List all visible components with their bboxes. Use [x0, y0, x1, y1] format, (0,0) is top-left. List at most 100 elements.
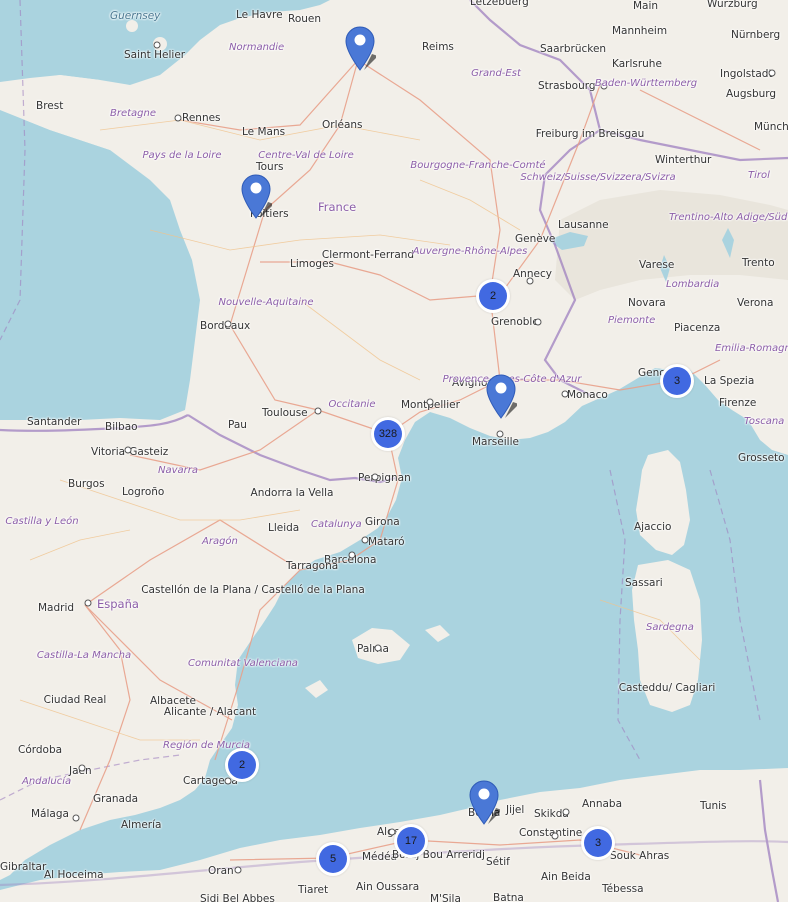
city-dot	[768, 69, 776, 77]
city-label: Saarbrücken	[540, 43, 607, 55]
city-label: Castellón de la Plana / Castelló de la P…	[141, 584, 365, 596]
city-label: Genève	[515, 233, 556, 245]
city-label: Ajaccio	[634, 521, 672, 533]
city-label: Tébessa	[602, 883, 644, 895]
city-label: Mannheim	[612, 25, 668, 37]
region-label: Andalucía	[22, 776, 72, 787]
map-view[interactable]: France España Guernsey Saint Helier Le Havre…	[0, 0, 788, 902]
city-label: Orléans	[322, 119, 363, 131]
cluster-count: 3	[663, 367, 691, 395]
city-dot	[348, 551, 356, 559]
city-label: Piacenza	[674, 322, 721, 334]
region-label: Nouvelle-Aquitaine	[218, 297, 314, 308]
city-label: Granada	[93, 793, 139, 805]
city-label: Santander	[27, 416, 82, 428]
city-label: Reims	[422, 41, 454, 53]
cluster-marker[interactable]: 2	[225, 748, 259, 782]
city-label: Córdoba	[18, 744, 63, 756]
city-label: Casteddu/ Cagliari	[618, 682, 716, 694]
map-pin-icon[interactable]	[344, 26, 376, 72]
region-label: Navarra	[158, 465, 199, 476]
city-label: Tunis	[700, 800, 727, 812]
cluster-count: 2	[228, 751, 256, 779]
region-label: Tirol	[748, 170, 770, 181]
city-label: Logroño	[122, 486, 165, 498]
city-dot	[234, 866, 242, 874]
city-label: La Spezia	[704, 375, 755, 387]
region-label: Pays de la Loire	[142, 150, 222, 161]
city-label: Oran	[208, 865, 234, 877]
city-label: Marseille	[472, 436, 519, 448]
city-label: Sidi Bel Abbes	[200, 893, 275, 902]
cluster-marker[interactable]: 3	[581, 826, 615, 860]
region-label: Castilla y León	[5, 516, 79, 527]
city-label: Pau	[228, 419, 247, 431]
region-label: Catalunya	[311, 519, 362, 530]
city-dot	[124, 446, 132, 454]
city-dot	[371, 473, 379, 481]
city-label: Rouen	[288, 13, 322, 25]
region-label: Aragón	[202, 536, 238, 547]
city-label: Grenoble	[491, 316, 539, 328]
cluster-marker[interactable]: 3	[660, 364, 694, 398]
cluster-count: 3	[584, 829, 612, 857]
map-pin-icon[interactable]	[240, 174, 272, 220]
cluster-marker[interactable]: 2	[476, 279, 510, 313]
region-label: Lombardia	[666, 279, 720, 290]
city-label: M'Sila	[430, 893, 461, 902]
city-label: Augsburg	[726, 88, 777, 100]
city-label: Le Mans	[242, 126, 286, 138]
city-label: Mataró	[368, 536, 405, 548]
city-dot	[526, 277, 534, 285]
region-label: Castilla-La Mancha	[36, 650, 132, 661]
cluster-marker[interactable]: 5	[316, 842, 350, 876]
cluster-count: 17	[397, 827, 425, 855]
city-label: Saint Helier	[124, 49, 186, 61]
country-label: España	[97, 597, 139, 611]
city-label: Le Havre	[236, 9, 283, 21]
city-label: Lausanne	[558, 219, 609, 231]
city-label: Alicante / Alacant	[163, 706, 257, 718]
region-label: Normandie	[229, 42, 285, 53]
city-label: Jijel	[506, 804, 525, 816]
city-label: Perpignan	[358, 472, 411, 484]
region-label: Grand-Est	[471, 68, 521, 79]
city-label: Main	[633, 0, 659, 12]
city-label: Burgos	[68, 478, 105, 490]
city-label: Sassari	[625, 577, 663, 589]
region-label: Auvergne-Rhône-Alpes	[412, 246, 528, 257]
region-label: Sardegna	[646, 622, 694, 633]
region-label: Trentino-Alto Adige/Südtirol	[668, 212, 788, 223]
city-label: Strasbourg	[538, 80, 596, 92]
city-dot	[174, 114, 182, 122]
city-label: Girona	[365, 516, 400, 528]
cluster-marker[interactable]: 328	[371, 417, 405, 451]
region-label: Comunitat Valenciana	[188, 658, 298, 669]
city-dot	[314, 407, 322, 415]
city-label: Novara	[628, 297, 666, 309]
region-label: Bretagne	[110, 108, 157, 119]
city-dot	[361, 536, 369, 544]
city-label: Würzburg	[707, 0, 758, 10]
city-label: Annaba	[582, 798, 623, 810]
city-label: Firenze	[719, 397, 757, 409]
map-pin-icon[interactable]	[468, 780, 500, 826]
city-label: Brest	[36, 100, 64, 112]
city-dot	[374, 644, 382, 652]
city-label: Nürnberg	[731, 29, 781, 41]
region-label: Emilia-Romagna	[715, 343, 788, 354]
city-label: Almería	[121, 819, 162, 831]
city-label: Sétif	[486, 856, 510, 868]
country-label: France	[318, 200, 357, 214]
cluster-count: 2	[479, 282, 507, 310]
city-dot	[78, 764, 86, 772]
city-dot	[153, 41, 161, 49]
city-dot	[534, 318, 542, 326]
city-label: Winterthur	[655, 154, 712, 166]
cluster-count: 5	[319, 845, 347, 873]
map-pin-icon[interactable]	[485, 374, 517, 420]
city-dot	[561, 390, 569, 398]
city-label: Lleida	[268, 522, 300, 534]
city-label: Karlsruhe	[612, 58, 662, 70]
cluster-marker[interactable]: 17	[394, 824, 428, 858]
